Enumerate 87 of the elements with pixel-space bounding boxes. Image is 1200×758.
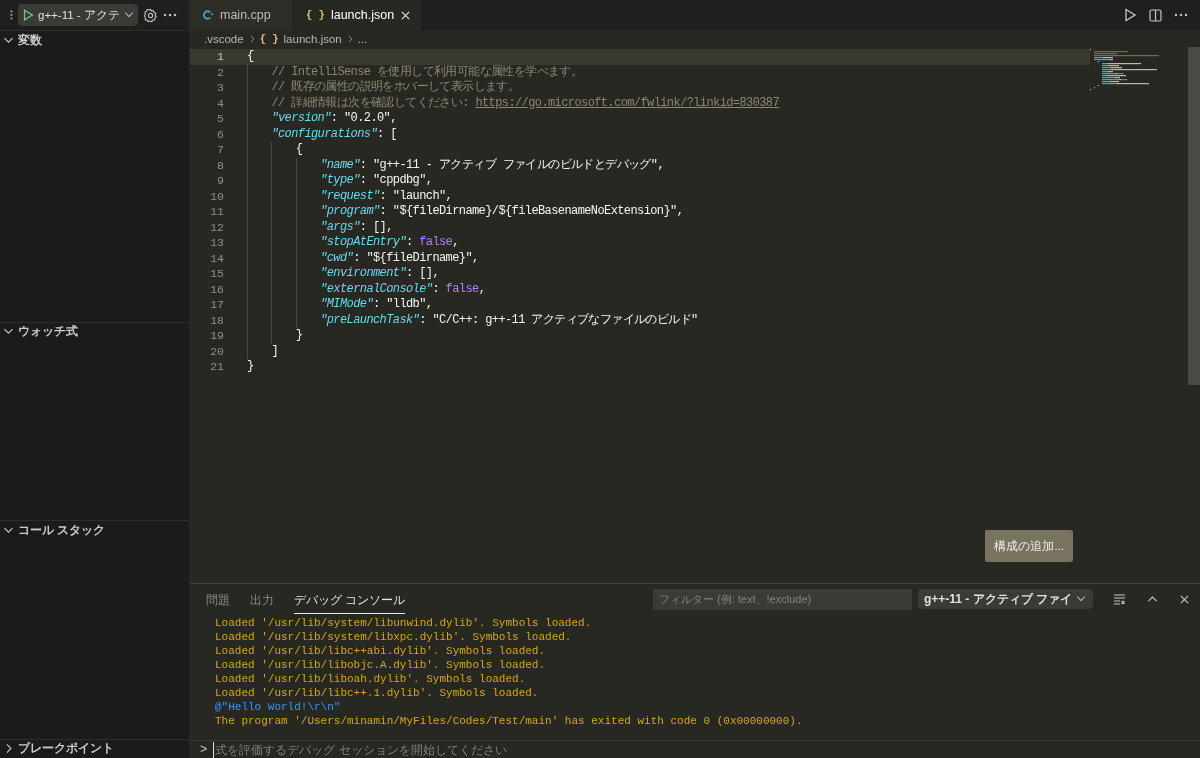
prompt-marker: > — [200, 742, 208, 757]
settings-icon[interactable] — [142, 7, 158, 23]
line-number: 21 — [209, 360, 224, 374]
console-input[interactable]: 式を評価するデバッグ セッションを開始してください — [213, 741, 1200, 758]
panel-tab[interactable]: デバッグ コンソール — [294, 586, 406, 614]
line-number: 17 — [209, 298, 224, 312]
line-number: 16 — [209, 282, 224, 296]
code-line: "name": "g++-11 - アクティブ ファイルのビルドとデバッグ", — [247, 157, 664, 173]
cpp-file-icon — [202, 9, 214, 21]
debug-configuration-select[interactable]: g++-11 - アクテ — [18, 4, 138, 26]
panel-tab[interactable]: 問題 — [206, 586, 230, 614]
run-icon[interactable] — [1124, 8, 1137, 22]
line-number: 6 — [216, 127, 224, 141]
panel-tab[interactable]: 出力 — [250, 586, 274, 614]
split-editor-icon[interactable] — [1149, 8, 1162, 22]
section-title: ブレークポイント — [18, 740, 114, 758]
console-line: Loaded '/usr/lib/libobjc.A.dylib'. Symbols loaded. — [215, 658, 547, 672]
console-line: Loaded '/usr/lib/libc++abi.dylib'. Symbols loaded. — [215, 644, 547, 658]
code-line: "MIMode": "lldb", — [247, 297, 433, 313]
more-icon[interactable] — [1174, 13, 1188, 17]
more-icon[interactable] — [162, 13, 177, 17]
code-line: // 既存の属性の説明をホバーして表示します。 — [247, 80, 520, 96]
code-line: "externalConsole": false, — [247, 281, 486, 297]
editor-tab[interactable]: main.cpp — [190, 0, 294, 30]
code-line: "stopAtEntry": false, — [247, 235, 459, 251]
code-line: { — [247, 142, 303, 158]
editor-tab[interactable]: { } launch.json — [294, 0, 423, 30]
code-line: { — [247, 49, 254, 65]
line-number: 3 — [216, 81, 224, 95]
json-file-icon: { } — [259, 32, 279, 45]
close-icon[interactable] — [1179, 593, 1190, 605]
play-icon — [21, 8, 35, 22]
code-line: "environment": [], — [247, 266, 439, 282]
code-line: "cwd": "${fileDirname}", — [247, 250, 479, 266]
breadcrumb-item[interactable]: ... — [357, 32, 368, 45]
line-number: 20 — [209, 344, 224, 358]
tab-label: launch.json — [330, 8, 395, 22]
breadcrumb-item[interactable]: launch.json — [283, 32, 342, 45]
code-line: "type": "cppdbg", — [247, 173, 433, 189]
code-line: "configurations": [ — [247, 126, 397, 142]
line-number: 14 — [209, 251, 224, 265]
tab-label: main.cpp — [220, 8, 271, 22]
clear-console-icon[interactable] — [1113, 593, 1126, 605]
line-number: 18 — [209, 313, 224, 327]
line-number: 9 — [216, 174, 224, 188]
line-number: 10 — [209, 189, 224, 203]
code-line: "version": "0.2.0", — [247, 111, 397, 127]
code-line: ] — [247, 343, 278, 359]
code-line: "request": "launch", — [247, 188, 453, 204]
line-number: 12 — [209, 220, 224, 234]
drag-handle-icon[interactable] — [10, 10, 13, 20]
console-line: Loaded '/usr/lib/liboah.dylib'. Symbols loaded. — [215, 672, 527, 686]
line-number: 7 — [216, 143, 224, 157]
code-comment: // 詳細情報は次を確認してください: — [271, 95, 470, 111]
line-number: 8 — [216, 158, 224, 172]
line-number: 2 — [216, 65, 224, 79]
line-number: 5 — [216, 112, 224, 126]
session-select[interactable]: g++-11 - アクティブ ファイ — [917, 589, 1093, 609]
line-number: 1 — [216, 50, 224, 64]
console-line: Loaded '/usr/lib/system/libunwind.dylib'. Symbols loaded. — [215, 616, 593, 630]
console-line: Loaded '/usr/lib/system/libxpc.dylib'. Symbols loaded. — [215, 630, 573, 644]
code-line: "program": "${fileDirname}/${fileBasenameNoExtension}", — [247, 204, 684, 220]
code-line: "args": [], — [247, 219, 393, 235]
console-line: @"Hello World!\r\n" — [215, 700, 342, 714]
close-icon[interactable] — [400, 9, 412, 21]
console-line: The program '/Users/minamin/MyFiles/Codes/Test/main' has exited with code 0 (0x00000000). — [215, 714, 804, 728]
code-line: "preLaunchTask": "C/C++: g++-11 アクティブなファイルのビルド" — [247, 312, 698, 328]
minimap-drawing[interactable] — [1090, 49, 1162, 93]
section-title: コール スタック — [18, 521, 106, 539]
console-line: Loaded '/usr/lib/libc++.1.dylib'. Symbols loaded. — [215, 686, 540, 700]
filter-field[interactable]: フィルター (例: text、!exclude) — [652, 588, 912, 610]
code-line: // IntelliSense を使用して利用可能な属性を学べます。 — [247, 64, 583, 80]
section-title: ウォッチ式 — [18, 323, 78, 341]
breadcrumb-item[interactable]: .vscode — [204, 32, 244, 45]
line-number: 4 — [216, 96, 224, 110]
section-header[interactable]: 変数 — [0, 30, 189, 49]
scrollbar-thumb[interactable] — [1188, 47, 1200, 385]
json-file-icon: { } — [306, 9, 325, 21]
section-title: 変数 — [18, 31, 42, 49]
line-number: 15 — [209, 267, 224, 281]
code-line: } — [247, 328, 303, 344]
line-number: 13 — [209, 236, 224, 250]
add-configuration-button[interactable]: 構成の追加... — [985, 530, 1073, 562]
code-line: } — [247, 359, 254, 375]
link[interactable]: https://go.microsoft.com/fwlink/?linkid=830387 — [475, 95, 780, 111]
line-number: 19 — [209, 329, 224, 343]
line-number: 11 — [209, 205, 224, 219]
